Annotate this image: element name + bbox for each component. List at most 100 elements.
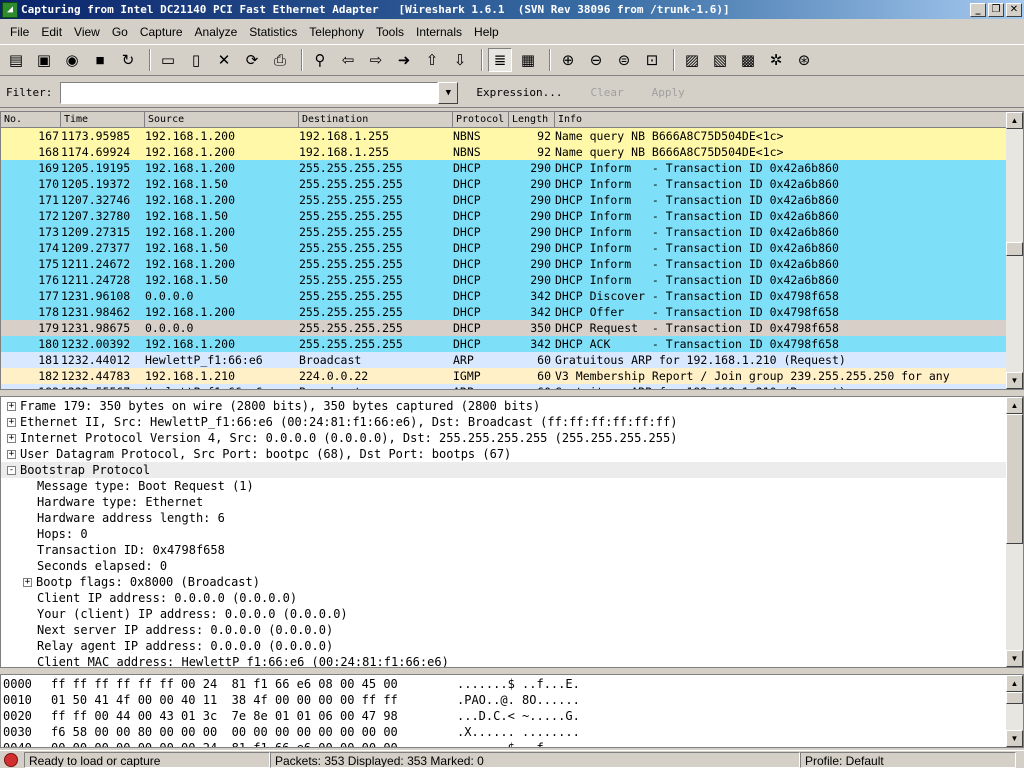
expert-info-icon[interactable] bbox=[4, 752, 18, 767]
detail-row[interactable]: Next server IP address: 0.0.0.0 (0.0.0.0… bbox=[1, 622, 1006, 638]
detail-row[interactable]: Your (client) IP address: 0.0.0.0 (0.0.0… bbox=[1, 606, 1006, 622]
menu-internals[interactable]: Internals bbox=[410, 22, 468, 42]
zoom-normal-icon[interactable]: ⊜ bbox=[612, 48, 636, 72]
bytes-off[interactable]: 0010 bbox=[3, 692, 51, 708]
detail-row[interactable]: Seconds elapsed: 0 bbox=[1, 558, 1006, 574]
bytes-off[interactable]: 0040 bbox=[3, 740, 51, 747]
detail-row[interactable]: Transaction ID: 0x4798f658 bbox=[1, 542, 1006, 558]
forward-icon[interactable]: ⇨ bbox=[364, 48, 388, 72]
column-header-destination[interactable]: Destination bbox=[299, 112, 453, 128]
detail-row[interactable]: + Frame 179: 350 bytes on wire (2800 bits… bbox=[1, 398, 1006, 414]
print-icon[interactable]: ⎙ bbox=[268, 48, 292, 72]
column-header-no[interactable]: No. bbox=[1, 112, 61, 128]
zoom-out-icon[interactable]: ⊖ bbox=[584, 48, 608, 72]
bytes-off[interactable]: 0020 bbox=[3, 708, 51, 724]
packet-row[interactable]: 177 1231.96108 0.0.0.0 255.255.255.255 DHCP 3… bbox=[1, 288, 1008, 304]
interfaces-icon[interactable]: ▤ bbox=[4, 48, 28, 72]
scroll-thumb[interactable] bbox=[1006, 414, 1023, 544]
detail-row[interactable]: + User Datagram Protocol, Src Port: bootp… bbox=[1, 446, 1006, 462]
detail-row[interactable]: + Ethernet II, Src: HewlettP_f1:66:e6 (00… bbox=[1, 414, 1006, 430]
packet-row[interactable]: 172 1207.32780 192.168.1.50 255.255.255.255… bbox=[1, 208, 1008, 224]
menu-view[interactable]: View bbox=[68, 22, 106, 42]
scroll-down-button[interactable]: ▼ bbox=[1006, 650, 1023, 667]
menu-telephony[interactable]: Telephony bbox=[303, 22, 370, 42]
menu-help[interactable]: Help bbox=[468, 22, 505, 42]
menu-edit[interactable]: Edit bbox=[35, 22, 68, 42]
filter-input[interactable] bbox=[60, 81, 439, 104]
close-file-icon[interactable]: ✕ bbox=[212, 48, 236, 72]
capture-filters-icon[interactable]: ▨ bbox=[680, 48, 704, 72]
packet-row[interactable]: 167 1173.95985 192.168.1.200 192.168.1.255 N… bbox=[1, 128, 1008, 144]
packet-row[interactable]: 175 1211.24672 192.168.1.200 255.255.255.25… bbox=[1, 256, 1008, 272]
profile-label[interactable]: Profile: Default bbox=[800, 751, 1016, 768]
display-filters-icon[interactable]: ▧ bbox=[708, 48, 732, 72]
detail-row[interactable]: Hardware type: Ethernet bbox=[1, 494, 1006, 510]
column-header-info[interactable]: Info bbox=[555, 112, 1008, 128]
bytes-hex[interactable]: ff ff 00 44 00 43 01 3c 7e 8e 01 01 06 0… bbox=[51, 708, 457, 724]
column-header-protocol[interactable]: Protocol bbox=[453, 112, 509, 128]
scroll-up-button[interactable]: ▲ bbox=[1006, 397, 1023, 414]
scroll-up-button[interactable]: ▲ bbox=[1006, 675, 1023, 692]
bytes-off[interactable]: 0000 bbox=[3, 676, 51, 692]
start-icon[interactable]: ◉ bbox=[60, 48, 84, 72]
detail-row[interactable]: + Internet Protocol Version 4, Src: 0.0.0… bbox=[1, 430, 1006, 446]
detail-row[interactable]: Hardware address length: 6 bbox=[1, 510, 1006, 526]
colorize-icon[interactable]: ≣ bbox=[488, 48, 512, 72]
detail-row[interactable]: - Bootstrap Protocol bbox=[1, 462, 1006, 478]
menu-tools[interactable]: Tools bbox=[370, 22, 410, 42]
bytes-ascii[interactable]: .......$ ..f...E. bbox=[457, 676, 1006, 692]
detail-row[interactable]: + Bootp flags: 0x8000 (Broadcast) bbox=[1, 574, 1006, 590]
menu-analyze[interactable]: Analyze bbox=[189, 22, 244, 42]
packet-row[interactable]: 174 1209.27377 192.168.1.50 255.255.255.255… bbox=[1, 240, 1008, 256]
reload-icon[interactable]: ⟳ bbox=[240, 48, 264, 72]
packet-row[interactable]: 171 1207.32746 192.168.1.200 255.255.255.25… bbox=[1, 192, 1008, 208]
bytes-ascii[interactable]: .......$ ..f..... bbox=[457, 740, 1006, 747]
packet-row[interactable]: 181 1232.44012 HewlettP_f1:66:e6 Broadcast A… bbox=[1, 352, 1008, 368]
goto-icon[interactable]: ➜ bbox=[392, 48, 416, 72]
detail-row[interactable]: Message type: Boot Request (1) bbox=[1, 478, 1006, 494]
packet-row[interactable]: 1831232.55567HewlettP_f1:66:e6BroadcastA… bbox=[1, 384, 1008, 389]
scroll-up-button[interactable]: ▲ bbox=[1006, 112, 1023, 129]
detail-row[interactable]: Relay agent IP address: 0.0.0.0 (0.0.0.0… bbox=[1, 638, 1006, 654]
close-button[interactable]: ✕ bbox=[1006, 2, 1022, 17]
packet-row[interactable]: 178 1231.98462 192.168.1.200 255.255.255.25… bbox=[1, 304, 1008, 320]
expression-button[interactable]: Expression... bbox=[466, 86, 572, 99]
expand-icon[interactable]: + bbox=[7, 433, 16, 443]
bytes-hex[interactable]: f6 58 00 00 80 00 00 00 00 00 00 00 00 0… bbox=[51, 724, 457, 740]
restore-button[interactable]: ❐ bbox=[988, 2, 1004, 17]
detail-row[interactable]: Client IP address: 0.0.0.0 (0.0.0.0) bbox=[1, 590, 1006, 606]
scroll-thumb[interactable] bbox=[1006, 692, 1023, 704]
menu-go[interactable]: Go bbox=[106, 22, 134, 42]
restart-icon[interactable]: ↻ bbox=[116, 48, 140, 72]
first-packet-icon[interactable]: ⇧ bbox=[420, 48, 444, 72]
find-icon[interactable]: ⚲ bbox=[308, 48, 332, 72]
help-icon[interactable]: ⊛ bbox=[792, 48, 816, 72]
bytes-hex[interactable]: ff ff ff ff ff ff 00 24 81 f1 66 e6 08 0… bbox=[51, 676, 457, 692]
column-header-source[interactable]: Source bbox=[145, 112, 299, 128]
collapse-icon[interactable]: - bbox=[7, 465, 16, 475]
packet-row[interactable]: 173 1209.27315 192.168.1.200 255.255.255.25… bbox=[1, 224, 1008, 240]
packet-list-scrollbar[interactable]: ▲ ▼ bbox=[1006, 112, 1023, 389]
packet-row[interactable]: 179 1231.98675 0.0.0.0 255.255.255.255 DHCP 3… bbox=[1, 320, 1008, 336]
stop-icon[interactable]: ■ bbox=[88, 48, 112, 72]
bytes-ascii[interactable]: .PAO..@. 8O...... bbox=[457, 692, 1006, 708]
detail-row[interactable]: Client MAC address: HewlettP_f1:66:e6 (0… bbox=[1, 654, 1006, 667]
menu-statistics[interactable]: Statistics bbox=[243, 22, 303, 42]
packet-row[interactable]: 180 1232.00392 192.168.1.200 255.255.255.25… bbox=[1, 336, 1008, 352]
bytes-hex[interactable]: 00 00 00 00 00 00 00 24 81 f1 66 e6 00 0… bbox=[51, 740, 457, 747]
scroll-thumb[interactable] bbox=[1006, 242, 1023, 256]
packet-row[interactable]: 170 1205.19372 192.168.1.50 255.255.255.255… bbox=[1, 176, 1008, 192]
open-icon[interactable]: ▭ bbox=[156, 48, 180, 72]
autoscroll-icon[interactable]: ▦ bbox=[516, 48, 540, 72]
clear-button[interactable]: Clear bbox=[580, 86, 633, 99]
scroll-down-button[interactable]: ▼ bbox=[1006, 730, 1023, 747]
packet-row[interactable]: 176 1211.24728 192.168.1.50 255.255.255.255… bbox=[1, 272, 1008, 288]
bytes-hex[interactable]: 01 50 41 4f 00 00 40 11 38 4f 00 00 00 0… bbox=[51, 692, 457, 708]
menu-file[interactable]: File bbox=[4, 22, 35, 42]
expand-icon[interactable]: + bbox=[7, 449, 16, 459]
menu-capture[interactable]: Capture bbox=[134, 22, 189, 42]
column-header-time[interactable]: Time bbox=[61, 112, 145, 128]
coloring-rules-icon[interactable]: ▩ bbox=[736, 48, 760, 72]
back-icon[interactable]: ⇦ bbox=[336, 48, 360, 72]
column-header-length[interactable]: Length bbox=[509, 112, 555, 128]
